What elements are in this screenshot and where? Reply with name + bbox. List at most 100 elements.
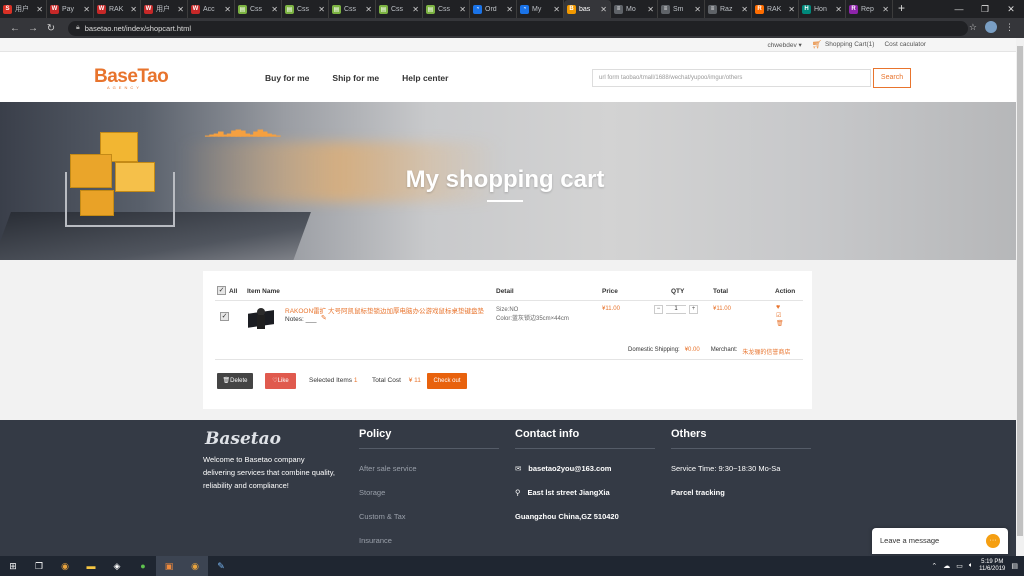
wechat-icon[interactable]: ● bbox=[130, 556, 156, 576]
browser-tab[interactable]: ▤ Css ✕ bbox=[282, 0, 329, 18]
profile-avatar[interactable] bbox=[985, 21, 997, 33]
item-name-link[interactable]: RAKOON雷扩 大号阿凯鼠标垫锁边加厚电脑办公游戏鼠标桌垫键盘垫 bbox=[285, 305, 485, 315]
windows-start-icon[interactable]: ⊞ bbox=[0, 556, 26, 576]
app-icon-active[interactable]: ▣ bbox=[156, 556, 182, 576]
browser-tab[interactable]: ◔ Ord ✕ bbox=[470, 0, 517, 18]
tab-close-icon[interactable]: ✕ bbox=[459, 5, 466, 14]
browser-tab[interactable]: ▤ Css ✕ bbox=[376, 0, 423, 18]
volume-icon[interactable]: 🔈︎ bbox=[969, 562, 973, 570]
back-icon[interactable]: ← bbox=[6, 23, 24, 34]
browser-tab[interactable]: ≡ Mo ✕ bbox=[611, 0, 658, 18]
tab-close-icon[interactable]: ✕ bbox=[224, 5, 231, 14]
close-window-icon[interactable]: ✕ bbox=[998, 0, 1024, 18]
browser-tab[interactable]: ≡ Sm ✕ bbox=[658, 0, 705, 18]
network-icon[interactable]: ▭ bbox=[956, 562, 963, 570]
policy-insurance[interactable]: Insurance bbox=[359, 536, 499, 545]
scrollbar-thumb[interactable] bbox=[1017, 46, 1023, 536]
tab-close-icon[interactable]: ✕ bbox=[647, 5, 654, 14]
tab-close-icon[interactable]: ✕ bbox=[506, 5, 513, 14]
browser-tab[interactable]: ▤ Css ✕ bbox=[235, 0, 282, 18]
tab-close-icon[interactable]: ✕ bbox=[600, 5, 607, 14]
steam-icon[interactable]: ◈ bbox=[104, 556, 130, 576]
cloud-icon[interactable]: ☁ bbox=[943, 562, 950, 570]
envelope-icon: ✉ bbox=[515, 464, 522, 473]
browser-tab[interactable]: W RAK ✕ bbox=[94, 0, 141, 18]
tab-close-icon[interactable]: ✕ bbox=[177, 5, 184, 14]
window-controls: — ❐ ✕ bbox=[946, 0, 1024, 18]
select-all-checkbox[interactable]: ✓ bbox=[217, 286, 226, 295]
paint-icon[interactable]: ✎ bbox=[208, 556, 234, 576]
tab-close-icon[interactable]: ✕ bbox=[835, 5, 842, 14]
like-button[interactable]: ♡Like bbox=[265, 373, 296, 389]
tab-close-icon[interactable]: ✕ bbox=[83, 5, 90, 14]
browser-tab[interactable]: ≡ Raz ✕ bbox=[705, 0, 752, 18]
tab-close-icon[interactable]: ✕ bbox=[365, 5, 372, 14]
search-button[interactable]: Search bbox=[873, 68, 911, 88]
new-tab-button[interactable]: + bbox=[898, 0, 905, 18]
notifications-icon[interactable]: ▤ bbox=[1011, 562, 1018, 570]
parcel-tracking-link[interactable]: Parcel tracking bbox=[671, 488, 811, 497]
browser-tab[interactable]: ◔ My ✕ bbox=[517, 0, 564, 18]
qty-input[interactable]: 1 bbox=[666, 305, 686, 314]
menu-icon[interactable]: ⋮ bbox=[1005, 22, 1014, 33]
chrome-window-icon[interactable]: ◉ bbox=[182, 556, 208, 576]
browser-tab[interactable]: W Pay ✕ bbox=[47, 0, 94, 18]
tray-chevron-icon[interactable]: ⌃ bbox=[931, 562, 937, 570]
restore-icon[interactable]: ❐ bbox=[972, 0, 998, 18]
tab-close-icon[interactable]: ✕ bbox=[882, 5, 889, 14]
browser-tab[interactable]: R RAK ✕ bbox=[752, 0, 799, 18]
browser-tab[interactable]: R Rep ✕ bbox=[846, 0, 893, 18]
file-explorer-icon[interactable]: ▬ bbox=[78, 556, 104, 576]
browser-tab[interactable]: H Hon ✕ bbox=[799, 0, 846, 18]
browser-tab[interactable]: S 用户 ✕ bbox=[0, 0, 47, 18]
policy-after-sale[interactable]: After sale service bbox=[359, 464, 499, 473]
bookmark-star-icon[interactable]: ☆ bbox=[969, 22, 977, 33]
chat-bubble-icon: ··· bbox=[986, 534, 1000, 548]
edit-notes-icon[interactable]: ✎ bbox=[321, 314, 327, 322]
trash-small-icon: 🗑︎ bbox=[222, 378, 231, 384]
browser-tab[interactable]: W Acc ✕ bbox=[188, 0, 235, 18]
browser-tab[interactable]: W 用户 ✕ bbox=[141, 0, 188, 18]
browser-tab[interactable]: Bbas ✕ bbox=[564, 0, 611, 18]
shipping-row: Domestic Shipping: ¥0.00 Merchant: 朱龙骊的信… bbox=[628, 347, 790, 356]
chat-widget[interactable]: Leave a message ··· bbox=[872, 528, 1008, 554]
tab-close-icon[interactable]: ✕ bbox=[788, 5, 795, 14]
tab-close-icon[interactable]: ✕ bbox=[412, 5, 419, 14]
tab-close-icon[interactable]: ✕ bbox=[694, 5, 701, 14]
nav-help-center[interactable]: Help center bbox=[402, 73, 448, 83]
checkout-button[interactable]: Check out bbox=[427, 373, 467, 389]
merchant-link[interactable]: 朱龙骊的信誉商店 bbox=[742, 347, 790, 356]
tab-close-icon[interactable]: ✕ bbox=[318, 5, 325, 14]
tab-close-icon[interactable]: ✕ bbox=[553, 5, 560, 14]
qty-decrease-button[interactable]: − bbox=[654, 305, 663, 314]
tab-close-icon[interactable]: ✕ bbox=[271, 5, 278, 14]
favorite-heart-icon[interactable]: ♥ bbox=[776, 304, 784, 311]
forward-icon[interactable]: → bbox=[24, 23, 42, 34]
tab-close-icon[interactable]: ✕ bbox=[130, 5, 137, 14]
product-image[interactable] bbox=[246, 304, 276, 336]
item-checkbox[interactable]: ✓ bbox=[220, 312, 229, 321]
minimize-icon[interactable]: — bbox=[946, 0, 972, 18]
tab-close-icon[interactable]: ✕ bbox=[36, 5, 43, 14]
task-view-icon[interactable]: ❐ bbox=[26, 556, 52, 576]
nav-buy-for-me[interactable]: Buy for me bbox=[265, 73, 309, 83]
reload-icon[interactable]: ↻ bbox=[42, 23, 60, 34]
policy-storage[interactable]: Storage bbox=[359, 488, 499, 497]
browser-tab[interactable]: ▤ Css ✕ bbox=[423, 0, 470, 18]
trash-icon[interactable]: 🗑︎ bbox=[776, 320, 784, 327]
url-field[interactable]: 🔒︎ basetao.net/index/shopcart.html bbox=[68, 20, 968, 36]
chrome-icon[interactable]: ◉ bbox=[52, 556, 78, 576]
user-menu[interactable]: chwebdev ▾ bbox=[767, 41, 801, 49]
clock[interactable]: 5:19 PM 11/6/2019 bbox=[979, 559, 1005, 573]
delete-button[interactable]: 🗑︎Delete bbox=[217, 373, 253, 389]
search-input[interactable]: url form taobao/tmall/1688/wechat/yupoo/… bbox=[592, 69, 871, 87]
shopping-cart-link[interactable]: 🛒︎ Shopping Cart(1) bbox=[812, 40, 875, 49]
browser-tab[interactable]: ▤ Css ✕ bbox=[329, 0, 376, 18]
edit-icon[interactable]: ☑ bbox=[776, 312, 784, 319]
qty-increase-button[interactable]: + bbox=[689, 305, 698, 314]
cost-calculator-link[interactable]: Cost caculator bbox=[884, 41, 926, 48]
page-scrollbar[interactable] bbox=[1016, 38, 1024, 556]
policy-custom-tax[interactable]: Custom & Tax bbox=[359, 512, 499, 521]
tab-close-icon[interactable]: ✕ bbox=[741, 5, 748, 14]
nav-ship-for-me[interactable]: Ship for me bbox=[332, 73, 379, 83]
